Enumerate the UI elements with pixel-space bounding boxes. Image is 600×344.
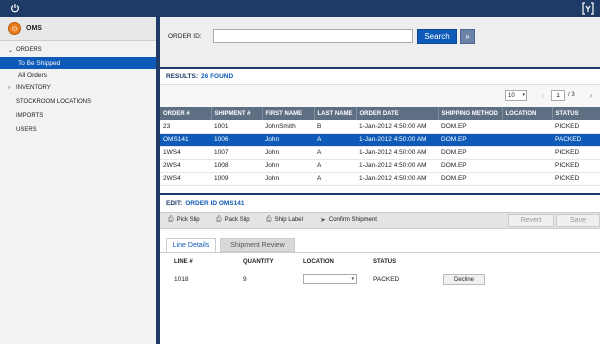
search-bar: ORDER ID: Search » [160, 17, 600, 67]
page-number-input[interactable] [551, 90, 565, 101]
line-column-header: LOCATION [303, 259, 334, 265]
revert-button[interactable]: Revert [508, 214, 554, 227]
chevron-right-icon: › [8, 85, 10, 91]
app-header: ⊙ OMS [0, 17, 156, 41]
page-size-select[interactable]: 10 ▾ [505, 90, 527, 101]
results-header: RESULTS: 26 FOUND [160, 69, 600, 85]
search-button[interactable]: Search [417, 29, 457, 44]
order-id-input[interactable] [213, 29, 413, 43]
column-header[interactable]: FIRST NAME [262, 107, 315, 120]
page-total: / 3 [568, 92, 575, 98]
pick-slip-button[interactable]: ⎙ Pick Slip [168, 216, 200, 224]
location-select[interactable]: ▾ [303, 274, 357, 284]
sidebar-nav: ⌄ ORDERS To Be Shipped All Orders › INVE… [0, 41, 156, 137]
tab-line-details[interactable]: Line Details [166, 238, 216, 252]
dropdown-arrow-icon: ▾ [522, 92, 525, 98]
line-column-header: STATUS [373, 259, 397, 265]
dropdown-arrow-icon: ▾ [351, 276, 354, 282]
oms-logo-icon: ⊙ [8, 22, 21, 35]
send-icon: ➤ [320, 217, 326, 224]
search-label: ORDER ID: [168, 33, 202, 40]
column-header[interactable]: LOCATION [502, 107, 553, 120]
table-row[interactable]: 23 1001 JohnSmith B 1-Jan-2012 4:50:00 AM D… [160, 120, 600, 134]
app-logo-icon [582, 2, 594, 15]
column-header[interactable]: LAST NAME [314, 107, 357, 120]
printer-icon: ⎙ [266, 216, 272, 223]
sidebar-item-imports[interactable]: IMPORTS [0, 109, 156, 123]
prev-page-icon[interactable]: ‹ [538, 90, 548, 101]
line-status: PACKED [373, 276, 400, 283]
column-header[interactable]: SHIPPING METHOD [438, 107, 503, 120]
main-panel: ORDER ID: Search » RESULTS: 26 FOUND 10 … [160, 17, 600, 344]
sidebar-item-stockroom-locations[interactable]: STOCKROOM LOCATIONS [0, 95, 156, 109]
table-header-row: ORDER # SHIPMENT # FIRST NAME LAST NAME … [160, 107, 600, 120]
line-column-header: QUANTITY [243, 259, 274, 265]
app-title: OMS [26, 25, 42, 32]
results-count: 26 FOUND [201, 73, 234, 80]
ship-label-button[interactable]: ⎙ Ship Label [266, 216, 303, 224]
edit-header: EDIT: ORDER ID OMS141 [166, 200, 245, 207]
top-bar [0, 0, 600, 17]
save-button[interactable]: Save [556, 214, 600, 227]
action-toolbar: ⎙ Pick Slip ⎙ Pack Slip ⎙ Ship Label ➤ C… [160, 212, 600, 229]
chevron-down-icon: ⌄ [8, 47, 14, 54]
column-header[interactable]: ORDER DATE [356, 107, 439, 120]
chevron-down-icon[interactable]: » [460, 29, 475, 44]
edit-order-ref: ORDER ID OMS141 [185, 200, 245, 207]
pager: 10 ▾ ‹ / 3 › [160, 85, 600, 107]
table-row[interactable]: 1WS4 1007 John A 1-Jan-2012 4:50:00 AM DOM.… [160, 146, 600, 160]
sidebar-item-orders[interactable]: ⌄ ORDERS [0, 43, 156, 57]
confirm-shipment-button[interactable]: ➤ Confirm Shipment [320, 216, 377, 224]
next-page-icon[interactable]: › [586, 90, 596, 101]
table-row-selected[interactable]: OMS141 1006 John A 1-Jan-2012 4:50:00 AM DO… [160, 133, 600, 147]
table-row[interactable]: 2WS4 1009 John A 1-Jan-2012 4:50:00 AM DOM.… [160, 172, 600, 186]
sidebar-item-inventory[interactable]: › INVENTORY [0, 81, 156, 95]
sidebar-subitem-to-be-shipped[interactable]: To Be Shipped [0, 57, 156, 69]
decline-button[interactable]: Decline [443, 274, 485, 285]
printer-icon: ⎙ [216, 216, 222, 223]
line-details: LINE # QUANTITY LOCATION STATUS 1018 9 ▾… [160, 253, 600, 313]
table-row[interactable]: 2WS4 1008 John A 1-Jan-2012 4:50:00 AM DOM.… [160, 159, 600, 173]
pack-slip-button[interactable]: ⎙ Pack Slip [216, 216, 250, 224]
line-number: 1018 [174, 276, 189, 283]
sidebar-item-users[interactable]: USERS [0, 123, 156, 137]
line-quantity: 9 [243, 276, 247, 283]
column-header[interactable]: SHIPMENT # [211, 107, 263, 120]
line-column-header: LINE # [174, 259, 193, 265]
sidebar: ⊙ OMS ⌄ ORDERS To Be Shipped All Orders … [0, 17, 158, 344]
results-table: ORDER # SHIPMENT # FIRST NAME LAST NAME … [160, 107, 600, 186]
edit-panel: EDIT: ORDER ID OMS141 ⎙ Pick Slip ⎙ Pack… [160, 195, 600, 344]
power-icon[interactable] [10, 3, 20, 13]
column-header[interactable]: ORDER # [160, 107, 212, 120]
sidebar-subitem-all-orders[interactable]: All Orders [0, 69, 156, 81]
tab-shipment-review[interactable]: Shipment Review [220, 238, 295, 252]
printer-icon: ⎙ [168, 216, 174, 223]
edit-tabs: Line Details Shipment Review [160, 235, 600, 253]
column-header[interactable]: STATUS [552, 107, 600, 120]
results-panel: RESULTS: 26 FOUND 10 ▾ ‹ / 3 › ORDER # S… [160, 69, 600, 193]
